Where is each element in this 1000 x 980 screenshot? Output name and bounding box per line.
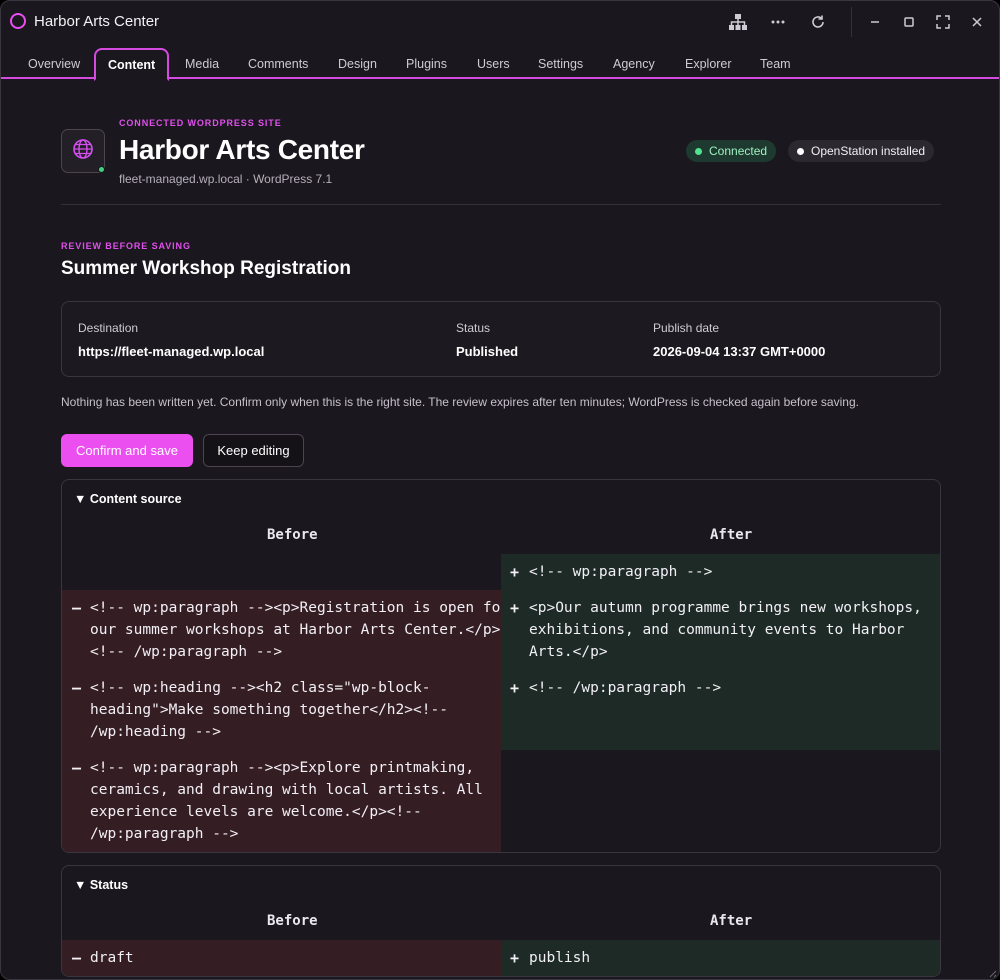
tab-settings[interactable]: Settings bbox=[538, 43, 583, 79]
added-marker: + bbox=[510, 563, 520, 581]
review-title: Summer Workshop Registration bbox=[61, 258, 351, 279]
status-toggle[interactable]: ▼ Status bbox=[74, 878, 128, 892]
publish-date-value: 2026-09-04 13:37 GMT+0000 bbox=[653, 344, 826, 359]
diff-line: <!-- wp:paragraph --><p>Explore printmak… bbox=[90, 760, 475, 776]
connected-label: Connected bbox=[709, 144, 768, 158]
keep-editing-button[interactable]: Keep editing bbox=[203, 434, 304, 467]
site-title: Harbor Arts Center bbox=[119, 134, 365, 165]
site-subtitle: fleet-managed.wp.local · WordPress 7.1 bbox=[119, 172, 333, 186]
diff-line: ceramics, and drawing with local artists… bbox=[90, 782, 483, 798]
tab-team[interactable]: Team bbox=[760, 43, 791, 79]
status-before-value: draft bbox=[90, 950, 134, 966]
diff-line: <!-- wp:paragraph --> bbox=[529, 564, 713, 580]
tab-explorer[interactable]: Explorer bbox=[685, 43, 732, 79]
tab-overview[interactable]: Overview bbox=[28, 43, 80, 79]
review-eyebrow: REVIEW BEFORE SAVING bbox=[61, 241, 191, 251]
installed-label: OpenStation installed bbox=[811, 144, 926, 158]
diff-line: <!-- /wp:paragraph --> bbox=[90, 644, 283, 660]
tab-comments[interactable]: Comments bbox=[248, 43, 308, 79]
removed-marker: – bbox=[72, 949, 82, 967]
diff-line: exhibitions, and community events to Har… bbox=[529, 622, 905, 638]
tab-agency[interactable]: Agency bbox=[613, 43, 655, 79]
more-icon[interactable] bbox=[767, 11, 789, 33]
fullscreen-icon[interactable] bbox=[932, 11, 954, 33]
app-window: Harbor Arts Center Overview Content Medi… bbox=[0, 0, 1000, 980]
installed-badge: OpenStation installed bbox=[788, 140, 935, 162]
online-status-dot bbox=[98, 166, 105, 173]
titlebar-divider bbox=[851, 7, 852, 37]
resize-grip-icon[interactable] bbox=[985, 965, 997, 978]
tab-design[interactable]: Design bbox=[338, 43, 377, 79]
status-panel: ▼ Status Before After – draft + publish bbox=[61, 865, 941, 977]
removed-marker: – bbox=[72, 599, 82, 617]
destination-value: https://fleet-managed.wp.local bbox=[78, 344, 265, 359]
tab-plugins[interactable]: Plugins bbox=[406, 43, 447, 79]
header-divider bbox=[61, 204, 941, 205]
status-dot bbox=[695, 147, 702, 155]
tab-users[interactable]: Users bbox=[477, 43, 510, 79]
removed-marker: – bbox=[72, 759, 82, 777]
confirm-save-button[interactable]: Confirm and save bbox=[61, 434, 193, 467]
tab-bar: Overview Content Media Comments Design P… bbox=[1, 43, 999, 81]
added-marker: + bbox=[510, 599, 520, 617]
refresh-icon[interactable] bbox=[807, 11, 829, 33]
destination-label: Destination bbox=[78, 321, 139, 335]
before-column-header: Before bbox=[267, 913, 318, 929]
review-summary: Destination https://fleet-managed.wp.loc… bbox=[61, 301, 941, 377]
added-marker: + bbox=[510, 679, 520, 697]
after-column-header: After bbox=[710, 913, 753, 929]
diff-line: <p>Our autumn programme brings new works… bbox=[529, 600, 922, 616]
title-bar: Harbor Arts Center bbox=[1, 1, 999, 43]
diff-line: /wp:paragraph --> bbox=[90, 826, 239, 842]
diff-line: <!-- wp:heading --><h2 class="wp-block- bbox=[90, 680, 431, 696]
content-source-panel: ▼ Content source Before After – <!-- wp:… bbox=[61, 479, 941, 853]
after-column-header: After bbox=[710, 527, 753, 543]
maximize-icon[interactable] bbox=[898, 11, 920, 33]
content-source-toggle[interactable]: ▼ Content source bbox=[74, 492, 182, 506]
review-note: Nothing has been written yet. Confirm on… bbox=[61, 395, 859, 409]
before-column-header: Before bbox=[267, 527, 318, 543]
sitemap-icon[interactable] bbox=[727, 11, 749, 33]
status-dot bbox=[797, 147, 804, 155]
diff-line: Arts.</p> bbox=[529, 644, 608, 660]
tab-content[interactable]: Content bbox=[94, 48, 170, 81]
tab-media[interactable]: Media bbox=[185, 43, 219, 79]
status-value: Published bbox=[456, 344, 519, 359]
status-after-value: publish bbox=[529, 950, 591, 966]
globe-icon bbox=[72, 138, 94, 165]
publish-date-label: Publish date bbox=[653, 321, 720, 335]
diff-line: /wp:heading --> bbox=[90, 724, 221, 740]
close-icon[interactable] bbox=[966, 11, 988, 33]
window-title: Harbor Arts Center bbox=[34, 13, 160, 30]
site-eyebrow: CONNECTED WORDPRESS SITE bbox=[119, 118, 282, 128]
connected-badge: Connected bbox=[686, 140, 777, 162]
status-label: Status bbox=[456, 321, 491, 335]
removed-marker: – bbox=[72, 679, 82, 697]
diff-line: our summer workshops at Harbor Arts Cent… bbox=[90, 622, 501, 638]
minimize-icon[interactable] bbox=[864, 11, 886, 33]
diff-line: experience levels are welcome.</p><!-- bbox=[90, 804, 422, 820]
diff-line: <!-- wp:paragraph --><p>Registration is … bbox=[90, 600, 510, 616]
diff-line: heading">Make something together</h2><!-… bbox=[90, 702, 448, 718]
diff-line: <!-- /wp:paragraph --> bbox=[529, 680, 722, 696]
added-marker: + bbox=[510, 949, 520, 967]
app-logo-icon bbox=[10, 13, 26, 29]
